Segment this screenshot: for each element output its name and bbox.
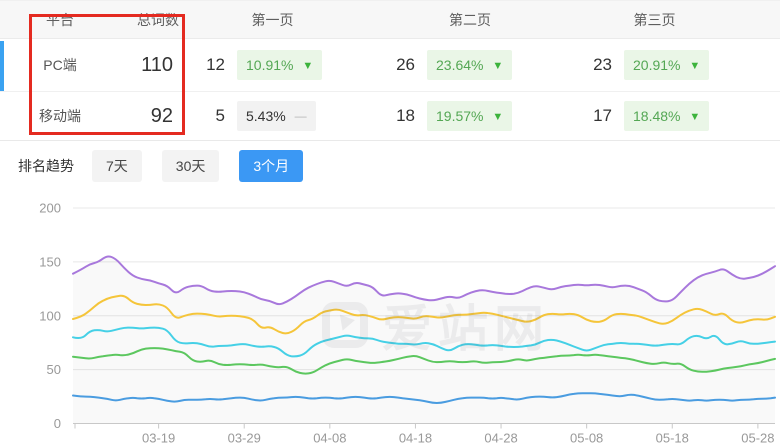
x-tick-label-03-29: 03-29	[228, 431, 261, 446]
table-header-row: 平台 总词数 第一页 第二页 第三页	[0, 1, 780, 39]
page2-count: 26	[320, 55, 415, 75]
page3-count: 17	[525, 106, 612, 126]
page3-badge-cell: 18.48% ▼	[612, 101, 697, 131]
keyword-rank-panel: 平台 总词数 第一页 第二页 第三页 PC端11012 10.91% ▼26 23.…	[0, 0, 780, 446]
selected-row-indicator	[0, 41, 4, 91]
page2-count: 18	[320, 106, 415, 126]
y-tick-label-200: 200	[39, 201, 61, 216]
down-triangle-icon: ▼	[492, 111, 503, 123]
down-triangle-icon: ▼	[302, 60, 313, 72]
col-header-page3: 第三页	[612, 10, 697, 30]
x-tick-label-03-19: 03-19	[142, 431, 175, 446]
ranking-trend-chart: 爱站网 05010015020003-1903-2904-0804-1804-2…	[0, 191, 780, 446]
col-header-page1: 第一页	[225, 10, 320, 30]
page3-percent-badge: 18.48% ▼	[624, 101, 709, 131]
page3-percent-badge: 20.91% ▼	[624, 50, 709, 80]
x-tick-label-05-28: 05-28	[741, 431, 774, 446]
page1-percent-badge: 5.43% —	[237, 101, 316, 131]
platform-cell: 移动端	[0, 106, 120, 126]
y-tick-label-100: 100	[39, 308, 61, 323]
page2-percent-badge: 23.64% ▼	[427, 50, 512, 80]
x-tick-label-05-18: 05-18	[656, 431, 689, 446]
page2-percent-badge: 19.57% ▼	[427, 101, 512, 131]
table-row-移动端[interactable]: 移动端9255.43% —1819.57% ▼1718.48% ▼	[0, 92, 780, 141]
trend-tab-7天[interactable]: 7天	[92, 150, 142, 182]
down-triangle-icon: ▼	[689, 111, 700, 123]
page3-badge-cell: 20.91% ▼	[612, 50, 697, 80]
y-tick-label-150: 150	[39, 254, 61, 269]
page1-count: 5	[185, 106, 225, 126]
flat-dash-icon: —	[295, 109, 307, 123]
trend-title: 排名趋势	[18, 156, 74, 176]
down-triangle-icon: ▼	[492, 60, 503, 72]
col-header-page2: 第二页	[415, 10, 525, 30]
trend-tabs: 7天 30天 3个月	[92, 150, 323, 182]
total-words-cell: 92	[120, 105, 185, 128]
total-words-cell: 110	[120, 54, 185, 77]
trend-tab-30天[interactable]: 30天	[162, 150, 220, 182]
trend-bar: 排名趋势 7天 30天 3个月	[0, 141, 780, 191]
trend-line-chart-svg: 0 50 100 150 200 03-19 03-29 04-08 04-18 04-28 05-…	[0, 191, 780, 446]
page1-percent-badge: 10.91% ▼	[237, 50, 322, 80]
y-tick-label-50: 50	[47, 362, 61, 377]
page2-badge-cell: 23.64% ▼	[415, 50, 525, 80]
x-tick-label-04-28: 04-28	[484, 431, 517, 446]
x-tick-label-04-18: 04-18	[399, 431, 432, 446]
col-header-platform: 平台	[0, 10, 120, 30]
trend-tab-3个月[interactable]: 3个月	[239, 150, 303, 182]
page1-badge-cell: 10.91% ▼	[225, 50, 320, 80]
y-tick-label-0: 0	[54, 416, 61, 431]
down-triangle-icon: ▼	[689, 60, 700, 72]
table-row-PC端[interactable]: PC端1101210.91% ▼2623.64% ▼2320.91% ▼	[0, 39, 780, 92]
x-tick-label-04-08: 04-08	[313, 431, 346, 446]
x-tick-label-05-08: 05-08	[570, 431, 603, 446]
page1-badge-cell: 5.43% —	[225, 101, 320, 131]
page2-badge-cell: 19.57% ▼	[415, 101, 525, 131]
summary-table: 平台 总词数 第一页 第二页 第三页 PC端11012 10.91% ▼26 23.…	[0, 1, 780, 141]
page1-count: 12	[185, 55, 225, 75]
page3-count: 23	[525, 55, 612, 75]
col-header-total: 总词数	[120, 10, 185, 30]
platform-cell: PC端	[0, 55, 120, 75]
